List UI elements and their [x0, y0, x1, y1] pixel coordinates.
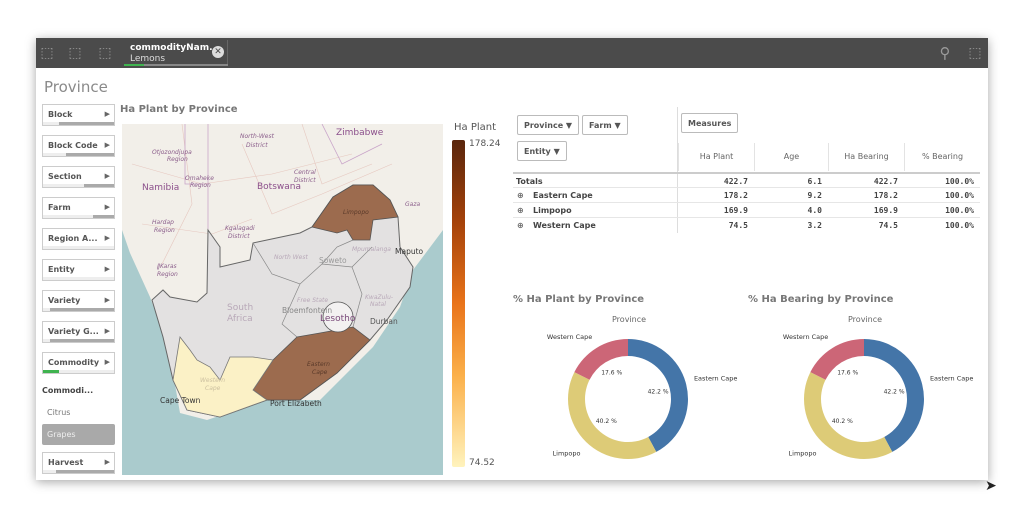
slice-category-label: Eastern Cape: [930, 375, 973, 383]
slice-value-label: 42.2 %: [648, 388, 669, 395]
donut-charts: 42.2 % Eastern Cape 40.2 % Limpopo 17.6 % Wes…: [547, 333, 973, 460]
donut-slice-limpopo[interactable]: [804, 372, 893, 460]
slice-value-label: 17.6 %: [837, 370, 858, 377]
slice-category-label: Limpopo: [553, 450, 581, 458]
slice-category-label: Limpopo: [789, 450, 817, 458]
slice-value-label: 40.2 %: [832, 418, 853, 425]
app-window: ⬚ ⬚ ⬚ commodityNam... Lemons ✕ ⚲ ⬚ Provi…: [36, 38, 988, 480]
slice-category-label: Western Cape: [783, 333, 828, 341]
slice-value-label: 17.6 %: [601, 370, 622, 377]
slice-value-label: 40.2 %: [596, 418, 617, 425]
slice-category-label: Eastern Cape: [694, 375, 737, 383]
mouse-cursor-icon: ➤: [985, 478, 997, 494]
slice-value-label: 42.2 %: [884, 388, 905, 395]
slice-category-label: Western Cape: [547, 333, 592, 341]
donut-slice-limpopo[interactable]: [568, 372, 657, 459]
